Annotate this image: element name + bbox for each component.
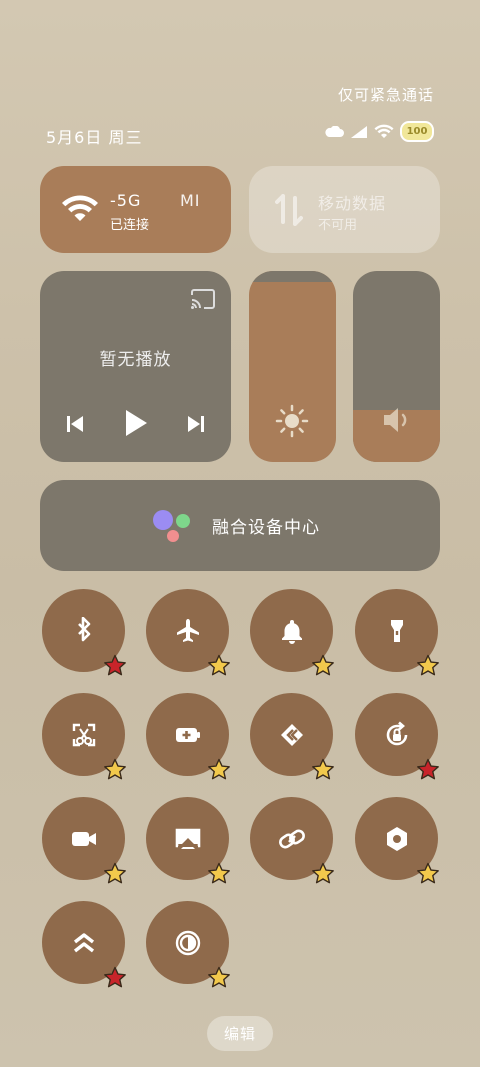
toggle-flashlight[interactable] [355, 589, 439, 676]
date-label: 5月6日 周三 [46, 128, 143, 147]
hub-label: 融合设备中心 [212, 518, 320, 538]
star-badge-icon [312, 862, 334, 884]
airplane-icon [176, 618, 199, 642]
star-badge-icon [208, 758, 230, 780]
star-badge-icon [417, 758, 439, 780]
media-status: 暂无播放 [99, 350, 172, 370]
toggle-bluetooth[interactable] [42, 589, 126, 676]
star-badge-icon [104, 862, 126, 884]
toggle-boost[interactable] [42, 901, 126, 988]
signal-icon [351, 125, 367, 138]
star-badge-icon [208, 966, 230, 988]
volume-slider[interactable] [353, 271, 440, 462]
wifi-network-name-extra: MI [180, 191, 201, 210]
mobile-data-tile[interactable]: 移动数据 不可用 [249, 166, 440, 253]
settings-icon [386, 826, 407, 851]
toggle-battery-saver[interactable] [146, 693, 230, 780]
wifi-icon [62, 195, 98, 221]
cast-icon[interactable] [190, 289, 216, 309]
hub-icon [153, 510, 190, 542]
mobile-data-title: 移动数据 [318, 194, 387, 213]
data-transfer-icon [275, 194, 303, 226]
wifi-status: 已连接 [110, 218, 150, 233]
star-badge-icon [104, 654, 126, 676]
mobile-data-status: 不可用 [318, 218, 358, 233]
star-badge-icon [417, 862, 439, 884]
toggle-cast[interactable] [146, 797, 230, 884]
toggle-video[interactable] [42, 797, 126, 884]
brightness-slider[interactable] [249, 271, 336, 462]
star-badge-icon [104, 758, 126, 780]
next-icon[interactable] [186, 414, 206, 434]
star-badge-icon [208, 862, 230, 884]
color-invert-icon [175, 930, 200, 955]
toggle-screenshot[interactable] [42, 693, 126, 780]
star-badge-icon [312, 654, 334, 676]
link-icon [278, 829, 305, 848]
device-hub-tile[interactable]: 融合设备中心 [40, 480, 440, 571]
toggle-color-invert[interactable] [146, 901, 230, 988]
status-icons: 100 [324, 121, 434, 142]
star-badge-icon [417, 654, 439, 676]
bluetooth-icon [77, 616, 90, 641]
toggle-link[interactable] [250, 797, 334, 884]
video-icon [71, 831, 96, 846]
star-badge-icon [208, 654, 230, 676]
bell-icon [281, 619, 302, 644]
rotation-lock-icon [386, 721, 407, 745]
toggle-rotation-lock[interactable] [355, 693, 439, 780]
star-badge-icon [312, 758, 334, 780]
flashlight-icon [390, 619, 403, 642]
media-player-tile[interactable]: 暂无播放 [40, 271, 231, 462]
toggle-mirror[interactable] [250, 693, 334, 780]
screenshot-icon [72, 723, 95, 746]
sun-icon [275, 404, 309, 438]
mirror-icon [280, 723, 303, 746]
cast-icon [175, 828, 200, 849]
wifi-tile[interactable]: -5G MI 已连接 [40, 166, 231, 253]
previous-icon[interactable] [65, 414, 85, 434]
toggle-settings[interactable] [355, 797, 439, 884]
brightness-track-empty [249, 271, 336, 282]
boost-icon [73, 932, 94, 952]
battery-saver-icon [175, 727, 200, 742]
cloud-icon [325, 125, 344, 137]
star-badge-icon [104, 966, 126, 988]
toggle-bell[interactable] [250, 589, 334, 676]
battery-icon: 100 [400, 121, 434, 142]
toggle-airplane[interactable] [146, 589, 230, 676]
wifi-network-name: -5G [110, 191, 142, 210]
play-icon[interactable] [123, 408, 149, 438]
edit-button[interactable]: 编辑 [207, 1016, 273, 1051]
speaker-icon [384, 408, 407, 432]
emergency-call-status: 仅可紧急通话 [337, 86, 434, 104]
wifi-status-icon [374, 124, 394, 138]
